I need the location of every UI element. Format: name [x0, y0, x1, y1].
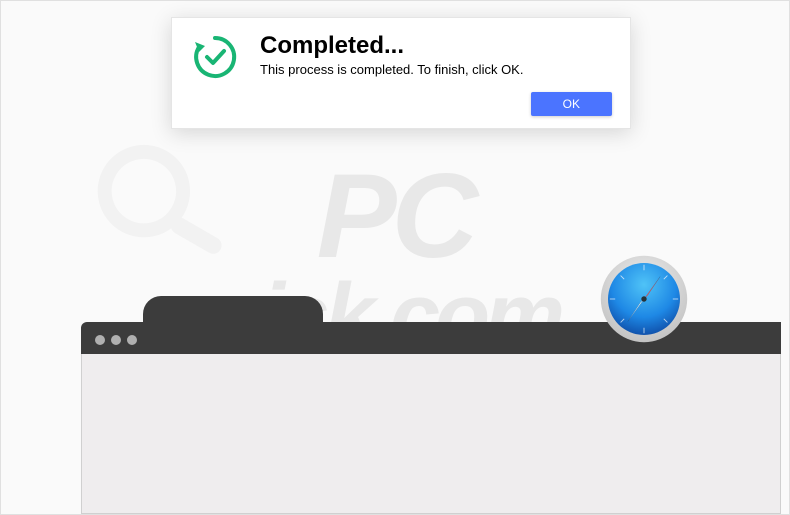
safari-icon	[599, 254, 689, 344]
dialog-footer: OK	[190, 92, 612, 116]
ok-button[interactable]: OK	[531, 92, 612, 116]
dialog-text: Completed... This process is completed. …	[260, 32, 612, 77]
browser-body	[81, 354, 781, 514]
dialog-message: This process is completed. To finish, cl…	[260, 62, 612, 77]
watermark-line1: PC	[317, 147, 474, 285]
window-maximize-dot[interactable]	[127, 335, 137, 345]
dialog-content: Completed... This process is completed. …	[190, 32, 612, 82]
magnify-watermark-icon	[75, 115, 246, 286]
completed-dialog: Completed... This process is completed. …	[171, 17, 631, 129]
window-minimize-dot[interactable]	[111, 335, 121, 345]
checkmark-refresh-icon	[190, 32, 240, 82]
dialog-title: Completed...	[260, 32, 612, 60]
window-controls	[95, 335, 137, 345]
window-close-dot[interactable]	[95, 335, 105, 345]
